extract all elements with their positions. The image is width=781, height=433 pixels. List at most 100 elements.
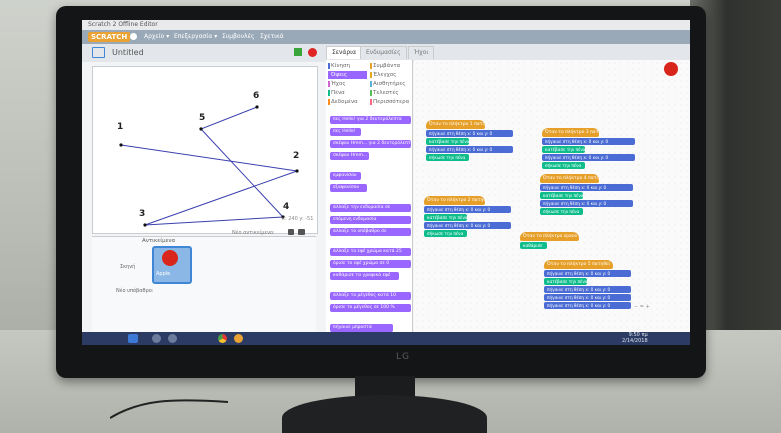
palette-block[interactable]: άλλαξε το εφέ χρώμα κατά 25 — [330, 248, 411, 256]
script-block[interactable]: πήγαινε στη θέση x: 0 και y: 0 — [424, 206, 511, 213]
pen-line — [144, 216, 284, 226]
stop-icon[interactable] — [308, 48, 317, 57]
category-control[interactable]: Έλεγχος — [370, 71, 409, 79]
green-flag-icon[interactable] — [294, 48, 302, 56]
project-title[interactable]: Untitled — [112, 48, 144, 57]
stage-thumbnail-label[interactable]: Σκηνή — [120, 264, 135, 270]
scripts-area[interactable]: Όταν το πλήκτρο 1 πατηθεί πήγαινε στη θέ… — [414, 60, 690, 345]
category-sound[interactable]: Ήχος — [328, 80, 367, 88]
category-sensing[interactable]: Αισθητήρες — [370, 80, 409, 88]
screen: Scratch 2 Offline Editor SCRATCH Αρχείο … — [82, 20, 690, 345]
point-label: 3 — [139, 209, 146, 219]
tab-costumes[interactable]: Ενδυμασίες — [360, 46, 407, 59]
script-block[interactable]: πήγαινε στη θέση x: 0 και y: 0 — [544, 294, 631, 301]
zoom-reset-icon[interactable]: = — [640, 304, 644, 310]
window-title: Scratch 2 Offline Editor — [82, 20, 690, 30]
palette-block[interactable]: άλλαξε το μέγεθος κατά 10 — [330, 292, 411, 300]
script-block[interactable]: πήγαινε στη θέση x: 0 και y: 0 — [426, 130, 513, 137]
pen-line — [144, 170, 298, 226]
sprites-pane — [92, 236, 316, 337]
scratch-logo[interactable]: SCRATCH — [88, 32, 131, 42]
menu-edit[interactable]: Επεξεργασία ▾ — [174, 33, 217, 40]
clock-date: 2/14/2018 — [622, 337, 648, 344]
zoom-controls[interactable]: − = + — [634, 304, 678, 310]
taskbar-clock: 9:50 πμ 2/14/2018 — [622, 332, 648, 344]
script-block[interactable]: πήγαινε στη θέση x: 0 και y: 0 — [542, 138, 635, 145]
palette-block[interactable]: καθάρισε τα γραφικά εφέ — [330, 272, 399, 280]
fullscreen-icon[interactable] — [92, 47, 105, 58]
script-block[interactable]: κατέβασε την πένα — [424, 214, 467, 221]
zoom-in-icon[interactable]: + — [646, 304, 650, 310]
script-block[interactable]: κατέβασε την πένα — [540, 192, 583, 199]
palette-block[interactable]: πες Hello! — [330, 128, 361, 136]
palette-block[interactable]: εμφανίσου — [330, 172, 361, 180]
tab-scripts[interactable]: Σενάρια — [326, 46, 363, 59]
stage[interactable]: 1 2 3 4 5 6 — [92, 66, 318, 234]
menu-about[interactable]: Σχετικά — [260, 33, 284, 40]
pen-lines — [120, 106, 298, 226]
category-more[interactable]: Περισσότερα — [370, 98, 409, 106]
script-block[interactable]: κατέβασε την πένα — [542, 146, 585, 153]
taskbar-app-icon[interactable] — [168, 334, 177, 343]
script-block[interactable]: πήγαινε στη θέση x: 0 και y: 0 — [544, 302, 631, 309]
script-hat-block[interactable]: Όταν το πλήκτρο 2 πατηθεί — [424, 196, 485, 205]
sprite-name: Apple — [156, 271, 171, 277]
points — [119, 105, 299, 227]
script-block[interactable]: σήκωσε την πένα — [426, 154, 469, 161]
palette-block[interactable]: άλλαξε το υπόβαθρο σε — [330, 228, 411, 236]
script-block[interactable]: σήκωσε την πένα — [540, 208, 583, 215]
palette-block[interactable]: επόμενη ενδυμασία — [330, 216, 411, 224]
script-block[interactable]: σήκωσε την πένα — [542, 162, 585, 169]
category-looks[interactable]: Όψεις — [328, 71, 367, 79]
script-hat-block[interactable]: Όταν το πλήκτρο 4 πατηθεί — [540, 174, 599, 183]
script-hat-block[interactable]: Όταν το πλήκτρο 1 πατηθεί — [426, 120, 485, 129]
zoom-out-icon[interactable]: − — [634, 304, 638, 310]
camera-icon[interactable] — [298, 229, 305, 235]
palette-block[interactable]: εξαφανίσου — [330, 184, 367, 192]
script-block[interactable]: πήγαινε στη θέση x: 0 και y: 0 — [542, 154, 635, 161]
category-motion[interactable]: Κίνηση — [328, 62, 367, 70]
palette-block[interactable]: σκέψου Hmm... — [330, 152, 369, 160]
palette-block[interactable]: πες Hello! για 2 δευτερόλεπτα — [330, 116, 411, 124]
taskbar-app-icon[interactable] — [152, 334, 161, 343]
pen-line — [120, 144, 298, 172]
category-data[interactable]: Δεδομένα — [328, 98, 367, 106]
globe-icon[interactable] — [130, 33, 137, 40]
menu-file[interactable]: Αρχείο ▾ — [144, 33, 169, 40]
script-block[interactable]: καθάρισε — [520, 242, 547, 249]
scratch-taskbar-icon[interactable] — [234, 334, 243, 343]
category-pen[interactable]: Πένα — [328, 89, 367, 97]
point-label: 4 — [283, 202, 290, 212]
script-block[interactable]: πήγαινε στη θέση x: 0 και y: 0 — [426, 146, 513, 153]
chrome-icon[interactable] — [218, 334, 227, 343]
palette-block[interactable]: πήγαινε μπροστά — [330, 324, 393, 332]
script-block[interactable]: πήγαινε στη θέση x: 0 και y: 0 — [540, 200, 633, 207]
script-block[interactable]: κατέβασε την πένα — [544, 278, 587, 285]
script-block[interactable]: κατέβασε την πένα — [426, 138, 469, 145]
script-block[interactable]: πήγαινε στη θέση x: 0 και y: 0 — [424, 222, 511, 229]
category-events[interactable]: Συμβάντα — [370, 62, 409, 70]
point-label: 6 — [253, 91, 260, 101]
script-block[interactable]: πήγαινε στη θέση x: 0 και y: 0 — [544, 270, 631, 277]
script-block[interactable]: σήκωσε την πένα — [424, 230, 467, 237]
new-backdrop-label: Νέο υπόβαθρο: — [116, 288, 154, 294]
point-label: 5 — [199, 113, 206, 123]
script-hat-block[interactable]: Όταν το πλήκτρο space πατηθεί — [520, 232, 579, 241]
paint-sprite-icon[interactable] — [288, 229, 294, 235]
script-block[interactable]: πήγαινε στη θέση x: 0 και y: 0 — [544, 286, 631, 293]
script-hat-block[interactable]: Όταν το πλήκτρο 3 πατηθεί — [542, 128, 599, 137]
palette-block[interactable]: όρισε το εφέ χρώμα σε 0 — [330, 260, 411, 268]
point-label: 1 — [117, 122, 124, 132]
current-sprite-apple-icon — [664, 62, 678, 76]
script-block[interactable]: πήγαινε στη θέση x: 0 και y: 0 — [540, 184, 633, 191]
category-operators[interactable]: Τελεστές — [370, 89, 409, 97]
monitor-stand-base — [282, 395, 487, 433]
menu-tips[interactable]: Συμβουλές — [222, 33, 254, 40]
tab-sounds[interactable]: Ήχοι — [408, 46, 435, 59]
palette-block[interactable]: άλλαξε την ενδυμασία σε — [330, 204, 411, 212]
script-hat-block[interactable]: Όταν το πλήκτρο 5 πατηθεί — [544, 260, 613, 269]
palette-block[interactable]: σκέψου Hmm... για 2 δευτερόλεπτα — [330, 140, 411, 148]
start-button-icon[interactable] — [128, 334, 138, 343]
palette-block[interactable]: όρισε το μέγεθος σε 100 % — [330, 304, 411, 312]
sprites-header: Αντικείμενα — [142, 238, 176, 244]
